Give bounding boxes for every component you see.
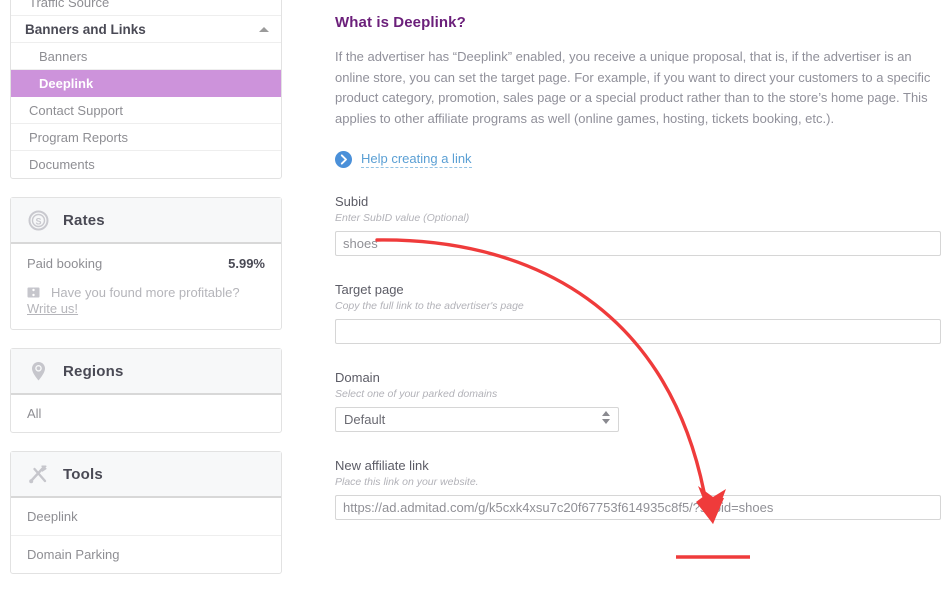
sidebar-item-contact-support[interactable]: Contact Support xyxy=(11,97,281,124)
write-us-link[interactable]: Write us! xyxy=(11,300,94,329)
sidebar-item-label: Documents xyxy=(29,157,95,172)
field-new-affiliate-link: New affiliate link Place this link on yo… xyxy=(335,458,945,520)
sidebar-group-label: Banners and Links xyxy=(25,22,146,37)
rate-label: Paid booking xyxy=(27,256,102,271)
sidebar-item-program-reports[interactable]: Program Reports xyxy=(11,124,281,151)
region-item-all[interactable]: All xyxy=(11,395,281,432)
sidebar-item-documents[interactable]: Documents xyxy=(11,151,281,178)
intro-paragraph: If the advertiser has “Deeplink” enabled… xyxy=(335,47,943,129)
sidebar-group-banners-and-links[interactable]: Banners and Links xyxy=(11,16,281,43)
domain-select[interactable]: Default xyxy=(335,407,619,432)
rates-card-header: S Rates xyxy=(11,198,281,244)
help-creating-link[interactable]: Help creating a link xyxy=(335,151,472,168)
regions-card-header: Regions xyxy=(11,349,281,395)
sidebar-item-label: Program Reports xyxy=(29,130,128,145)
rates-card: S Rates Paid booking 5.99% Have you foun… xyxy=(10,197,282,330)
sidebar-item-deeplink[interactable]: Deeplink xyxy=(11,70,281,97)
tools-card-header: Tools xyxy=(11,452,281,498)
tools-card: Tools Deeplink Domain Parking xyxy=(10,451,282,574)
rates-promo-text: Have you found more profitable? xyxy=(51,285,240,300)
new-affiliate-link-input[interactable] xyxy=(335,495,941,520)
rate-value: 5.99% xyxy=(228,256,265,271)
target-page-input[interactable] xyxy=(335,319,941,344)
ticket-icon xyxy=(27,287,40,298)
target-page-hint: Copy the full link to the advertiser's p… xyxy=(335,300,945,312)
domain-select-value: Default xyxy=(344,412,385,427)
tools-icon xyxy=(27,463,49,485)
rates-title: Rates xyxy=(63,212,105,229)
tools-item-domain-parking[interactable]: Domain Parking xyxy=(11,536,281,573)
tools-title: Tools xyxy=(63,466,103,483)
subid-hint: Enter SubID value (Optional) xyxy=(335,212,945,224)
subid-input[interactable] xyxy=(335,231,941,256)
sidebar-item-banners[interactable]: Banners xyxy=(11,43,281,70)
rates-promo-row: Have you found more profitable? xyxy=(11,275,281,300)
sidebar-item-traffic-source[interactable]: Traffic Source xyxy=(11,0,281,16)
sidebar-item-label: Contact Support xyxy=(29,103,123,118)
target-page-label: Target page xyxy=(335,282,945,297)
sidebar-item-label: Deeplink xyxy=(39,76,93,91)
help-creating-link-label: Help creating a link xyxy=(361,151,472,168)
tools-item-deeplink[interactable]: Deeplink xyxy=(11,498,281,536)
main-content: What is Deeplink? If the advertiser has … xyxy=(335,0,945,520)
new-affiliate-link-label: New affiliate link xyxy=(335,458,945,473)
sidebar-item-label: Traffic Source xyxy=(29,0,109,10)
map-pin-icon xyxy=(27,360,49,382)
deeplink-page: Traffic Source Banners and Links Banners… xyxy=(0,0,951,601)
sidebar-nav-card: Traffic Source Banners and Links Banners… xyxy=(10,0,282,179)
domain-hint: Select one of your parked domains xyxy=(335,388,945,400)
subid-label: Subid xyxy=(335,194,945,209)
domain-select-wrap: Default xyxy=(335,407,619,432)
new-affiliate-link-hint: Place this link on your website. xyxy=(335,476,945,488)
rate-row-paid-booking: Paid booking 5.99% xyxy=(11,244,281,275)
domain-label: Domain xyxy=(335,370,945,385)
page-title: What is Deeplink? xyxy=(335,14,945,31)
dollar-coin-icon: S xyxy=(27,209,49,231)
caret-up-icon[interactable] xyxy=(259,27,269,32)
svg-text:S: S xyxy=(35,216,41,226)
sidebar: Traffic Source Banners and Links Banners… xyxy=(10,0,282,592)
field-domain: Domain Select one of your parked domains… xyxy=(335,370,945,432)
regions-card: Regions All xyxy=(10,348,282,433)
field-subid: Subid Enter SubID value (Optional) xyxy=(335,194,945,256)
field-target-page: Target page Copy the full link to the ad… xyxy=(335,282,945,344)
sidebar-item-label: Banners xyxy=(39,49,87,64)
chevron-right-circle-icon xyxy=(335,151,352,168)
regions-title: Regions xyxy=(63,363,124,380)
